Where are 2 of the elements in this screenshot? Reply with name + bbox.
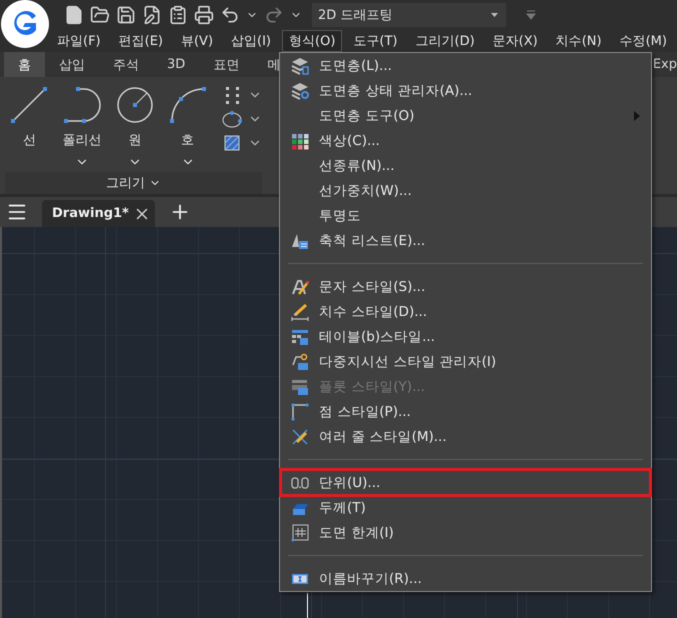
document-tab-label: Drawing1*: [52, 206, 129, 221]
panel-title: 그리기: [106, 175, 145, 192]
